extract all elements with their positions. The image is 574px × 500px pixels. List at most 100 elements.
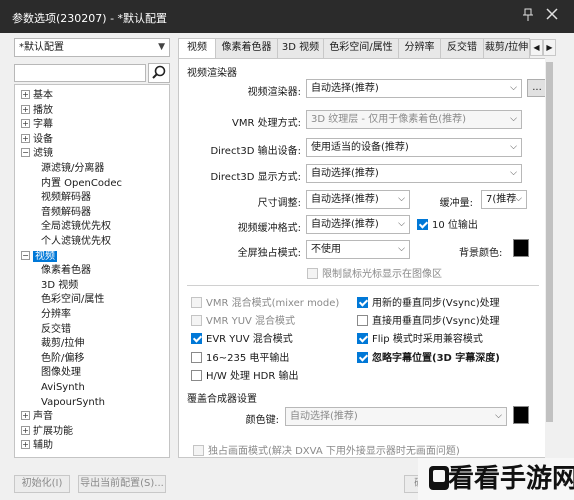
tab-item[interactable]: 裁剪/拉伸 <box>483 38 530 58</box>
tree-item[interactable]: 源滤镜/分离器 <box>41 162 104 175</box>
option-checkbox[interactable]: H/W 处理 HDR 输出 <box>191 369 298 383</box>
chevron-down-icon: ⌵ <box>398 194 405 204</box>
expand-icon[interactable]: + <box>21 411 30 421</box>
search-button[interactable] <box>148 63 170 83</box>
chevron-down-icon: ⌵ <box>515 194 522 204</box>
buffer-format-select-value: 自动选择(推荐) <box>311 219 379 230</box>
option-checkbox[interactable]: EVR YUV 混合模式 <box>191 333 293 346</box>
search-input[interactable] <box>14 64 146 82</box>
video-settings-panel: 视频渲染器 视频渲染器: 自动选择(推荐) ⌵ ... VMR 处理方式: 3D … <box>178 58 554 458</box>
settings-tree[interactable]: + 基本 + 播放 + 字幕 + 设备 − 滤镜源滤镜/分离器内置 OpenCodec 视频解码器音… <box>14 84 170 458</box>
tree-item[interactable]: 图像处理 <box>41 366 81 379</box>
tab-item[interactable]: 反交错 <box>440 38 484 58</box>
option-checkbox[interactable]: VMR 混合模式(mixer mode) <box>191 297 339 310</box>
expand-icon[interactable]: + <box>21 119 30 129</box>
chevron-down-icon: ⌵ <box>510 142 517 152</box>
collapse-icon[interactable]: − <box>21 148 30 158</box>
collapse-icon[interactable]: − <box>21 250 30 260</box>
pin-icon[interactable] <box>522 8 534 27</box>
tree-item[interactable]: 视频解码器 <box>41 191 91 204</box>
renderer-more-button[interactable]: ... <box>527 79 547 97</box>
background-color-swatch[interactable] <box>513 239 529 257</box>
color-key-swatch[interactable] <box>513 406 529 424</box>
expand-icon[interactable]: + <box>21 425 30 435</box>
tree-item[interactable]: + 基本 <box>21 89 53 102</box>
tree-item[interactable]: 裁剪/拉伸 <box>41 337 84 350</box>
option-checkbox[interactable]: 用新的垂直同步(Vsync)处理 <box>357 297 500 310</box>
expand-icon[interactable]: + <box>21 90 30 99</box>
panel-scrollbar[interactable] <box>545 58 554 458</box>
ten-bit-output-checkbox[interactable]: 10 位输出 <box>417 219 478 232</box>
tree-item[interactable]: 分辨率 <box>41 308 71 321</box>
option-label: VMR YUV 混合模式 <box>206 316 296 328</box>
tab-item[interactable]: 分辨率 <box>398 38 441 58</box>
exclusive-mode-select[interactable]: 不使用 ⌵ <box>306 240 410 259</box>
exclusive-mode-label: 全屏独占模式: <box>237 248 301 259</box>
search-icon <box>152 65 166 79</box>
resize-select[interactable]: 自动选择(推荐) ⌵ <box>306 190 410 209</box>
option-checkbox[interactable]: VMR YUV 混合模式 <box>191 315 295 328</box>
tree-item[interactable]: + 字幕 <box>21 118 53 131</box>
tree-item-label: 内置 OpenCodec <box>41 177 122 189</box>
tree-item[interactable]: + 播放 <box>21 104 53 117</box>
tree-item[interactable]: − 视频 <box>21 250 57 263</box>
d3d-output-select[interactable]: 使用适当的设备(推荐) ⌵ <box>306 138 522 157</box>
tree-item[interactable]: + 设备 <box>21 133 53 146</box>
tree-item[interactable]: 音频解码器 <box>41 206 91 219</box>
tree-item[interactable]: 反交错 <box>41 323 71 336</box>
tree-item[interactable]: 色阶/偏移 <box>41 352 84 365</box>
limit-cursor-checkbox[interactable]: 限制鼠标光标显示在图像区 <box>307 268 442 281</box>
option-checkbox[interactable]: 16~235 电平输出 <box>191 351 289 365</box>
option-label: EVR YUV 混合模式 <box>206 334 293 346</box>
tree-item[interactable]: 全局滤镜优先权 <box>41 220 111 233</box>
close-icon[interactable] <box>546 8 558 25</box>
tree-item-label: 3D 视频 <box>41 279 79 291</box>
vmr-mode-select[interactable]: 3D 纹理层 - 仅用于像素着色(推荐) ⌵ <box>306 110 522 129</box>
option-checkbox[interactable]: 直接用垂直同步(Vsync)处理 <box>357 315 500 328</box>
tree-item[interactable]: + 辅助 <box>21 439 53 452</box>
tab-item[interactable]: 像素着色器 <box>215 38 278 58</box>
option-checkbox[interactable]: 忽略字幕位置(3D 字幕深度) <box>357 351 500 365</box>
tab-item[interactable]: 视频 <box>178 38 216 59</box>
renderer-select[interactable]: 自动选择(推荐) ⌵ <box>306 79 522 98</box>
tree-item[interactable]: − 滤镜 <box>21 147 53 160</box>
tree-item-label: 图像处理 <box>41 367 81 379</box>
expand-icon[interactable]: + <box>21 440 30 450</box>
color-key-select[interactable]: 自动选择(推荐) ⌵ <box>285 407 507 426</box>
profile-select[interactable]: *默认配置 ▼ <box>14 38 170 57</box>
tab-item[interactable]: 色彩空间/属性 <box>323 38 399 58</box>
tab-scroll-right-button[interactable]: ▶ <box>543 39 556 56</box>
d3d-output-select-value: 使用适当的设备(推荐) <box>311 142 409 153</box>
buffer-select[interactable]: 7(推荐 ⌵ <box>481 190 527 209</box>
checkbox-icon <box>191 369 202 381</box>
export-config-button[interactable]: 导出当前配置(S)... <box>78 475 166 493</box>
expand-icon[interactable]: + <box>21 133 30 143</box>
expand-icon[interactable]: + <box>21 104 30 114</box>
overlay-group-title: 覆盖合成器设置 <box>187 394 257 405</box>
option-checkbox[interactable]: Flip 模式时采用兼容模式 <box>357 333 483 346</box>
tree-item-label: 视频解码器 <box>41 192 91 204</box>
chevron-down-icon: ⌵ <box>398 219 405 229</box>
tree-item[interactable]: VapourSynth <box>41 396 105 409</box>
tree-item-label: 裁剪/拉伸 <box>41 338 85 350</box>
buffer-format-select[interactable]: 自动选择(推荐) ⌵ <box>306 215 410 234</box>
scrollbar-thumb[interactable] <box>546 62 553 422</box>
tab-scroll-left-button[interactable]: ◀ <box>530 39 543 56</box>
buffer-label: 缓冲量: <box>439 198 473 209</box>
standalone-mode-checkbox[interactable]: 独占画面模式(解决 DXVA 下用外接显示器时无画面问题) <box>193 445 460 457</box>
tree-item[interactable]: 内置 OpenCodec <box>41 177 122 190</box>
init-button[interactable]: 初始化(I) <box>14 475 70 493</box>
tab-bar: 视频 像素着色器 3D 视频 色彩空间/属性 分辨率 反交错 裁剪/拉伸 <box>178 38 558 59</box>
d3d-display-select[interactable]: 自动选择(推荐) ⌵ <box>306 164 522 183</box>
tree-item[interactable]: 像素着色器 <box>41 264 91 277</box>
tree-item[interactable]: + 声音 <box>21 410 53 423</box>
tree-item[interactable]: 3D 视频 <box>41 279 78 292</box>
tab-item[interactable]: 3D 视频 <box>277 38 324 58</box>
tree-item[interactable]: 色彩空间/属性 <box>41 293 104 306</box>
tree-item[interactable]: + 扩展功能 <box>21 425 73 438</box>
checkbox-icon <box>357 315 368 327</box>
tree-item-label: 反交错 <box>41 323 71 335</box>
option-label: Flip 模式时采用兼容模式 <box>372 334 483 346</box>
tree-item[interactable]: 个人滤镜优先权 <box>41 235 111 248</box>
tree-item[interactable]: AviSynth <box>41 381 85 394</box>
